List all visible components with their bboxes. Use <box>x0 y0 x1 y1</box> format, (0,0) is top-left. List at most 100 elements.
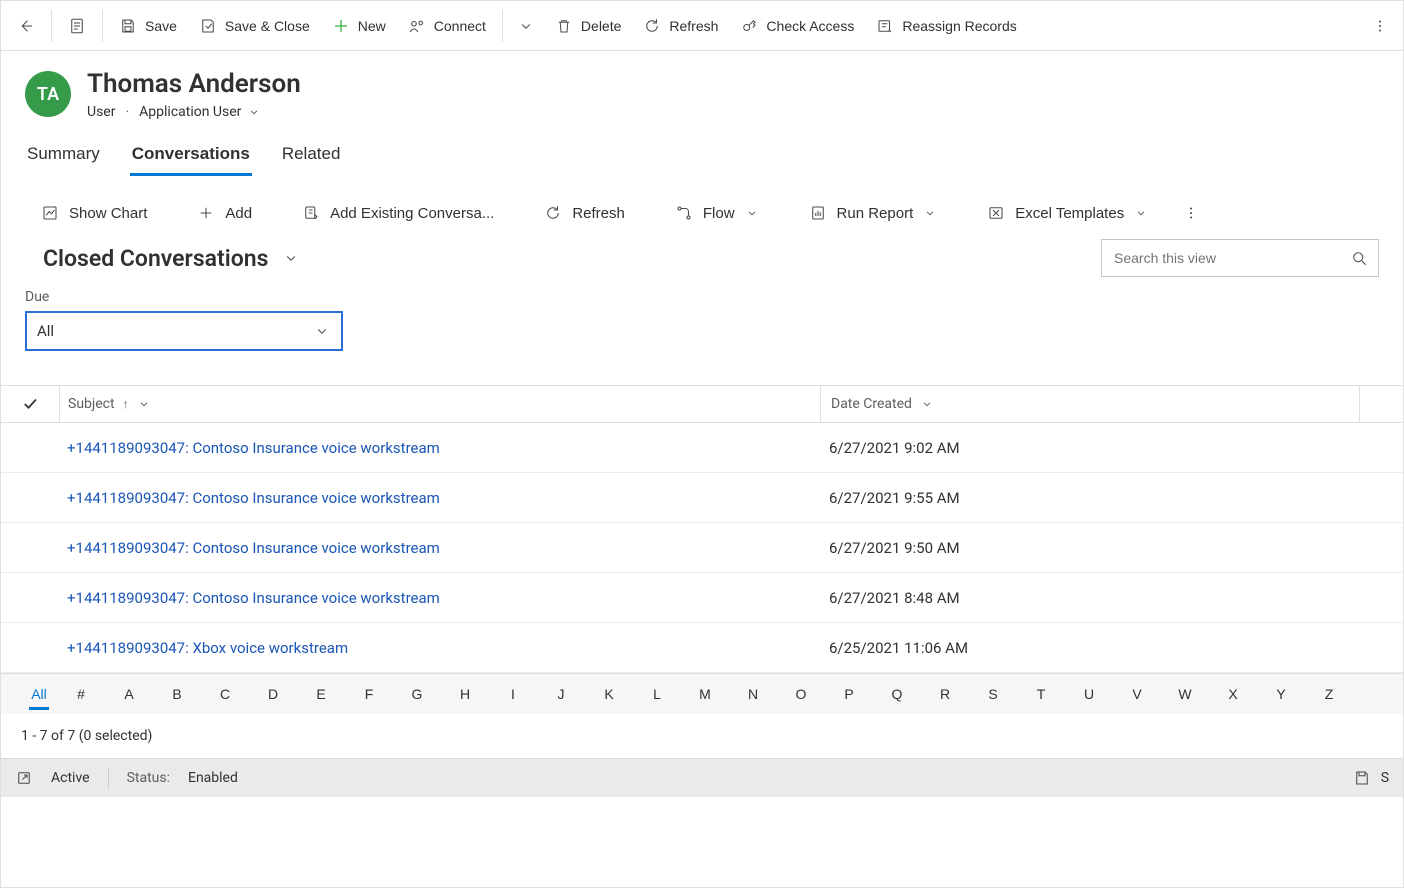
check-access-label: Check Access <box>766 18 854 34</box>
alpha-c[interactable]: C <box>201 674 249 714</box>
form-icon <box>68 17 86 35</box>
alpha-l[interactable]: L <box>633 674 681 714</box>
alpha-q[interactable]: Q <box>873 674 921 714</box>
form-selector-button[interactable] <box>58 8 96 44</box>
excel-templates-button[interactable]: Excel Templates <box>975 195 1160 231</box>
date-cell: 6/25/2021 11:06 AM <box>819 639 1357 657</box>
save-close-button[interactable]: Save & Close <box>189 8 320 44</box>
alpha-r[interactable]: R <box>921 674 969 714</box>
alpha-n[interactable]: N <box>729 674 777 714</box>
new-button[interactable]: New <box>322 8 396 44</box>
back-button[interactable] <box>7 8 45 44</box>
alpha-p[interactable]: P <box>825 674 873 714</box>
alpha-j[interactable]: J <box>537 674 585 714</box>
record-title: Thomas Anderson <box>87 69 301 100</box>
alpha-k[interactable]: K <box>585 674 633 714</box>
add-existing-button[interactable]: Add Existing Conversa... <box>290 195 506 231</box>
pager-status: 1 - 7 of 7 (0 selected) <box>1 714 1403 758</box>
subject-link[interactable]: +1441189093047: Xbox voice workstream <box>67 639 348 657</box>
sub-refresh-button[interactable]: Refresh <box>532 195 637 231</box>
table-row[interactable]: +1441189093047: Xbox voice workstream 6/2… <box>1 623 1403 673</box>
alpha-i[interactable]: I <box>489 674 537 714</box>
subject-link[interactable]: +1441189093047: Contoso Insurance voice … <box>67 439 440 457</box>
reassign-button[interactable]: Reassign Records <box>866 8 1026 44</box>
search-icon[interactable] <box>1350 249 1368 267</box>
flow-button[interactable]: Flow <box>663 195 771 231</box>
flow-icon <box>675 204 693 222</box>
alpha-z[interactable]: Z <box>1305 674 1353 714</box>
connect-split-button[interactable] <box>509 8 543 44</box>
alpha-s[interactable]: S <box>969 674 1017 714</box>
alpha-h[interactable]: H <box>441 674 489 714</box>
search-box[interactable] <box>1101 239 1379 277</box>
alpha-o[interactable]: O <box>777 674 825 714</box>
save-icon <box>119 17 137 35</box>
column-subject[interactable]: Subject ↑ <box>60 386 821 422</box>
popout-icon[interactable] <box>15 769 33 787</box>
subject-link[interactable]: +1441189093047: Contoso Insurance voice … <box>67 589 440 607</box>
save-hint: S <box>1381 770 1389 786</box>
search-input[interactable] <box>1112 249 1342 267</box>
chevron-down-icon <box>923 206 937 220</box>
alpha-e[interactable]: E <box>297 674 345 714</box>
table-row[interactable]: +1441189093047: Contoso Insurance voice … <box>1 573 1403 623</box>
alpha-b[interactable]: B <box>153 674 201 714</box>
more-vertical-icon <box>1371 17 1389 35</box>
save-label: Save <box>145 18 177 34</box>
chevron-down-icon[interactable] <box>920 397 934 411</box>
subject-link[interactable]: +1441189093047: Contoso Insurance voice … <box>67 539 440 557</box>
column-date[interactable]: Date Created <box>821 386 1360 422</box>
due-label: Due <box>25 289 1379 305</box>
alpha-w[interactable]: W <box>1161 674 1209 714</box>
alpha-m[interactable]: M <box>681 674 729 714</box>
save-close-label: Save & Close <box>225 18 310 34</box>
plus-icon <box>332 17 350 35</box>
date-cell: 6/27/2021 8:48 AM <box>819 589 1357 607</box>
status-value: Enabled <box>188 770 238 786</box>
save-icon[interactable] <box>1353 769 1371 787</box>
select-all-column[interactable] <box>1 386 60 422</box>
table-row[interactable]: +1441189093047: Contoso Insurance voice … <box>1 423 1403 473</box>
alpha-d[interactable]: D <box>249 674 297 714</box>
tab-summary[interactable]: Summary <box>25 138 102 176</box>
alpha-v[interactable]: V <box>1113 674 1161 714</box>
refresh-icon <box>544 204 562 222</box>
key-icon <box>740 17 758 35</box>
tab-related[interactable]: Related <box>280 138 343 176</box>
alpha-all[interactable]: All <box>21 674 57 714</box>
chevron-down-icon[interactable] <box>137 397 151 411</box>
alpha-u[interactable]: U <box>1065 674 1113 714</box>
overflow-button[interactable] <box>1363 8 1397 44</box>
table-row[interactable]: +1441189093047: Contoso Insurance voice … <box>1 523 1403 573</box>
connect-label: Connect <box>434 18 486 34</box>
refresh-button[interactable]: Refresh <box>633 8 728 44</box>
connect-button[interactable]: Connect <box>398 8 496 44</box>
run-report-button[interactable]: Run Report <box>797 195 950 231</box>
chart-icon <box>41 204 59 222</box>
show-chart-button[interactable]: Show Chart <box>29 195 159 231</box>
alpha-a[interactable]: A <box>105 674 153 714</box>
tab-conversations[interactable]: Conversations <box>130 138 252 176</box>
table-row[interactable]: +1441189093047: Contoso Insurance voice … <box>1 473 1403 523</box>
chevron-down-icon <box>745 206 759 220</box>
due-select[interactable]: All <box>25 311 343 351</box>
check-access-button[interactable]: Check Access <box>730 8 864 44</box>
alpha-t[interactable]: T <box>1017 674 1065 714</box>
delete-button[interactable]: Delete <box>545 8 631 44</box>
excel-icon <box>987 204 1005 222</box>
save-button[interactable]: Save <box>109 8 187 44</box>
view-title-label: Closed Conversations <box>43 245 268 272</box>
add-button[interactable]: Add <box>185 195 264 231</box>
separator <box>502 10 503 42</box>
view-selector[interactable]: Closed Conversations <box>43 245 300 272</box>
alpha-#[interactable]: # <box>57 674 105 714</box>
alpha-y[interactable]: Y <box>1257 674 1305 714</box>
alpha-g[interactable]: G <box>393 674 441 714</box>
alpha-x[interactable]: X <box>1209 674 1257 714</box>
alpha-f[interactable]: F <box>345 674 393 714</box>
grid-body: +1441189093047: Contoso Insurance voice … <box>1 423 1403 673</box>
subject-link[interactable]: +1441189093047: Contoso Insurance voice … <box>67 489 440 507</box>
record-type-picker[interactable]: Application User <box>139 104 261 120</box>
column-date-label: Date Created <box>831 396 912 412</box>
subgrid-overflow-button[interactable] <box>1170 195 1212 231</box>
